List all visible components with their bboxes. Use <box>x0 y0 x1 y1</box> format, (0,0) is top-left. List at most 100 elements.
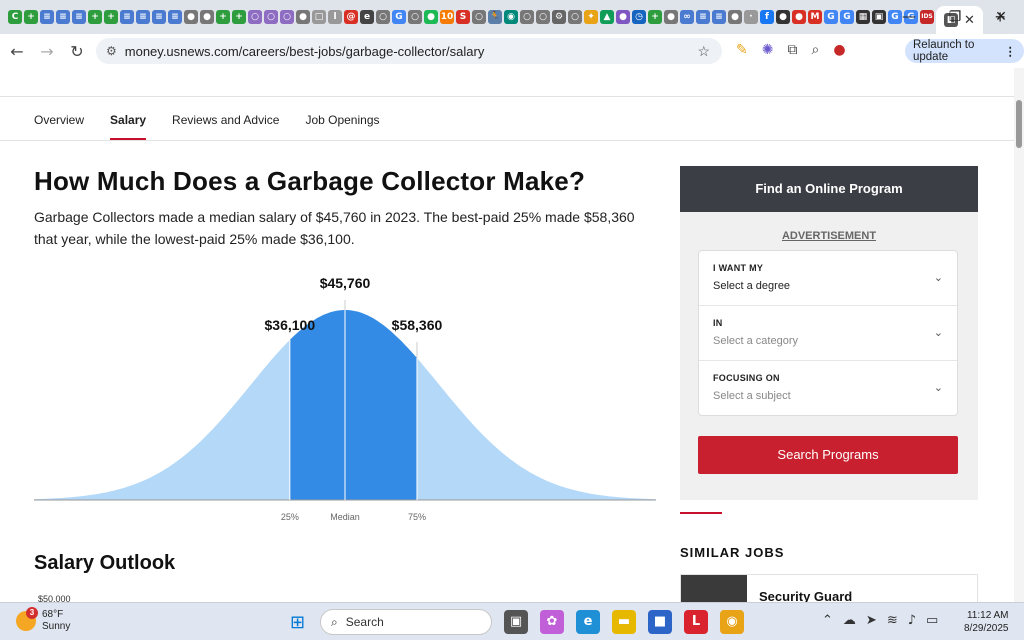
green-plus-icon[interactable]: + <box>232 10 246 24</box>
blue-doc-icon[interactable]: ≡ <box>120 10 134 24</box>
chrome-icon[interactable]: ◉ <box>720 610 744 634</box>
tab-job-openings[interactable]: Job Openings <box>305 102 379 140</box>
gray-circle-icon[interactable]: ○ <box>408 10 422 24</box>
ring-icon[interactable]: ○ <box>264 10 278 24</box>
tray-icon-4[interactable]: ♪ <box>908 613 916 628</box>
dark-app-icon[interactable]: ▦ <box>856 10 870 24</box>
l-app-icon[interactable]: L <box>684 610 708 634</box>
tab-reviews-and-advice[interactable]: Reviews and Advice <box>172 102 279 140</box>
advertisement-label[interactable]: ADVERTISEMENT <box>680 230 978 242</box>
red-app-icon[interactable]: @ <box>344 10 358 24</box>
green-plus-icon[interactable]: + <box>88 10 102 24</box>
green-app-icon[interactable]: C <box>8 10 22 24</box>
category-select[interactable]: IN Select a category ⌄ <box>699 306 957 361</box>
windows-start-icon[interactable]: ⊞ <box>290 612 305 633</box>
puzzle-extensions-icon[interactable]: ⧉ <box>787 42 797 58</box>
subject-select[interactable]: FOCUSING ON Select a subject ⌄ <box>699 361 957 416</box>
green-plus-icon[interactable]: + <box>216 10 230 24</box>
blue-doc-icon[interactable]: ≡ <box>152 10 166 24</box>
green-plus-icon[interactable]: + <box>104 10 118 24</box>
tray-icon-3[interactable]: ≋ <box>887 613 898 628</box>
purple-app-icon[interactable]: ● <box>616 10 630 24</box>
drive-icon[interactable]: ▲ <box>600 10 614 24</box>
gray-circle-icon[interactable]: ● <box>296 10 310 24</box>
tray-icon-5[interactable]: ▭ <box>926 613 938 628</box>
ring-icon[interactable]: ○ <box>248 10 262 24</box>
tray-icon-0[interactable]: ⌃ <box>822 613 833 628</box>
pencil-extension-icon[interactable]: ✎ <box>736 42 748 58</box>
forward-icon[interactable]: → <box>32 42 62 61</box>
link-icon[interactable]: ∞ <box>680 10 694 24</box>
gray-square-icon[interactable]: □ <box>312 10 326 24</box>
scrollbar-thumb[interactable] <box>1016 100 1022 148</box>
gray-square-icon[interactable]: · <box>744 10 758 24</box>
gray-gear-icon[interactable]: ⚙ <box>552 10 566 24</box>
google-icon[interactable]: G <box>392 10 406 24</box>
blue-doc-icon[interactable]: ≡ <box>168 10 182 24</box>
spotify-icon[interactable]: ● <box>424 10 438 24</box>
runner-icon[interactable]: 🏃 <box>488 10 502 24</box>
green-plus-icon[interactable]: + <box>24 10 38 24</box>
menu-dots-icon[interactable]: ⋮ <box>1005 44 1017 58</box>
orange-app-icon[interactable]: 10 <box>440 10 454 24</box>
gray-circle-icon[interactable]: ○ <box>568 10 582 24</box>
tab-search-icon[interactable]: ⌕ <box>811 42 819 58</box>
gray-circle-icon[interactable]: ○ <box>536 10 550 24</box>
green-plus-icon[interactable]: + <box>648 10 662 24</box>
star-app-icon[interactable]: ✦ <box>584 10 598 24</box>
purple-extension-icon[interactable]: ✺ <box>762 42 774 58</box>
similar-job-card[interactable]: Security Guard <box>680 574 978 602</box>
store-icon[interactable]: ■ <box>648 610 672 634</box>
edge-icon[interactable]: e <box>576 610 600 634</box>
red-app-icon[interactable]: ● <box>792 10 806 24</box>
teal-app-icon[interactable]: ◉ <box>504 10 518 24</box>
gray-circle-icon[interactable]: ○ <box>472 10 486 24</box>
maximize-button[interactable]: ❐ <box>932 9 978 25</box>
gray-circle-icon[interactable]: ● <box>664 10 678 24</box>
blue-doc-icon[interactable]: ≡ <box>72 10 86 24</box>
blue-doc-icon[interactable]: ≡ <box>712 10 726 24</box>
profile-avatar-icon[interactable]: ● <box>833 42 845 58</box>
tab-salary[interactable]: Salary <box>110 102 147 140</box>
facebook-icon[interactable]: f <box>760 10 774 24</box>
gmail-icon[interactable]: M <box>808 10 822 24</box>
search-programs-button[interactable]: Search Programs <box>698 436 958 474</box>
address-bar[interactable]: ⚙ money.usnews.com/careers/best-jobs/gar… <box>96 38 722 64</box>
blue-doc-icon[interactable]: ≡ <box>696 10 710 24</box>
ring-icon[interactable]: ○ <box>280 10 294 24</box>
gray-circle-icon[interactable]: ● <box>184 10 198 24</box>
degree-select[interactable]: I WANT MY Select a degree ⌄ <box>699 251 957 306</box>
gray-circle-icon[interactable]: ● <box>200 10 214 24</box>
clock-app-icon[interactable]: ◷ <box>632 10 646 24</box>
tray-icon-1[interactable]: ☁ <box>843 613 856 628</box>
similar-job-title[interactable]: Security Guard <box>759 589 852 602</box>
close-window-button[interactable]: ✕ <box>978 9 1024 25</box>
blue-doc-icon[interactable]: ≡ <box>56 10 70 24</box>
relaunch-button[interactable]: Relaunch to update ⋮ <box>905 39 1024 63</box>
bookmark-star-icon[interactable]: ☆ <box>697 43 710 60</box>
google-icon[interactable]: G <box>840 10 854 24</box>
task-view-icon[interactable]: ▣ <box>504 610 528 634</box>
tray-icon-2[interactable]: ➤ <box>866 613 877 628</box>
file-explorer-icon[interactable]: ▬ <box>612 610 636 634</box>
back-icon[interactable]: ← <box>2 42 32 61</box>
page-scrollbar[interactable] <box>1014 68 1024 602</box>
site-settings-icon[interactable]: ⚙ <box>106 44 117 58</box>
dark-circle-icon[interactable]: e <box>360 10 374 24</box>
gray-circle-icon[interactable]: ● <box>728 10 742 24</box>
red-s-icon[interactable]: S <box>456 10 470 24</box>
copilot-icon[interactable]: ✿ <box>540 610 564 634</box>
tab-overview[interactable]: Overview <box>34 102 84 140</box>
clock[interactable]: 11:12 AM 8/29/2025 <box>964 609 1009 635</box>
gray-square-icon[interactable]: l <box>328 10 342 24</box>
url-text[interactable]: money.usnews.com/careers/best-jobs/garba… <box>125 44 485 59</box>
google-icon[interactable]: G <box>824 10 838 24</box>
gray-circle-icon[interactable]: ○ <box>520 10 534 24</box>
blue-doc-icon[interactable]: ≡ <box>40 10 54 24</box>
minimize-button[interactable]: — <box>886 9 932 25</box>
dark-app-icon[interactable]: ▣ <box>872 10 886 24</box>
reload-icon[interactable]: ↻ <box>62 42 92 61</box>
github-icon[interactable]: ● <box>776 10 790 24</box>
taskbar-search[interactable]: ⌕ Search <box>320 609 492 635</box>
gray-circle-icon[interactable]: ○ <box>376 10 390 24</box>
